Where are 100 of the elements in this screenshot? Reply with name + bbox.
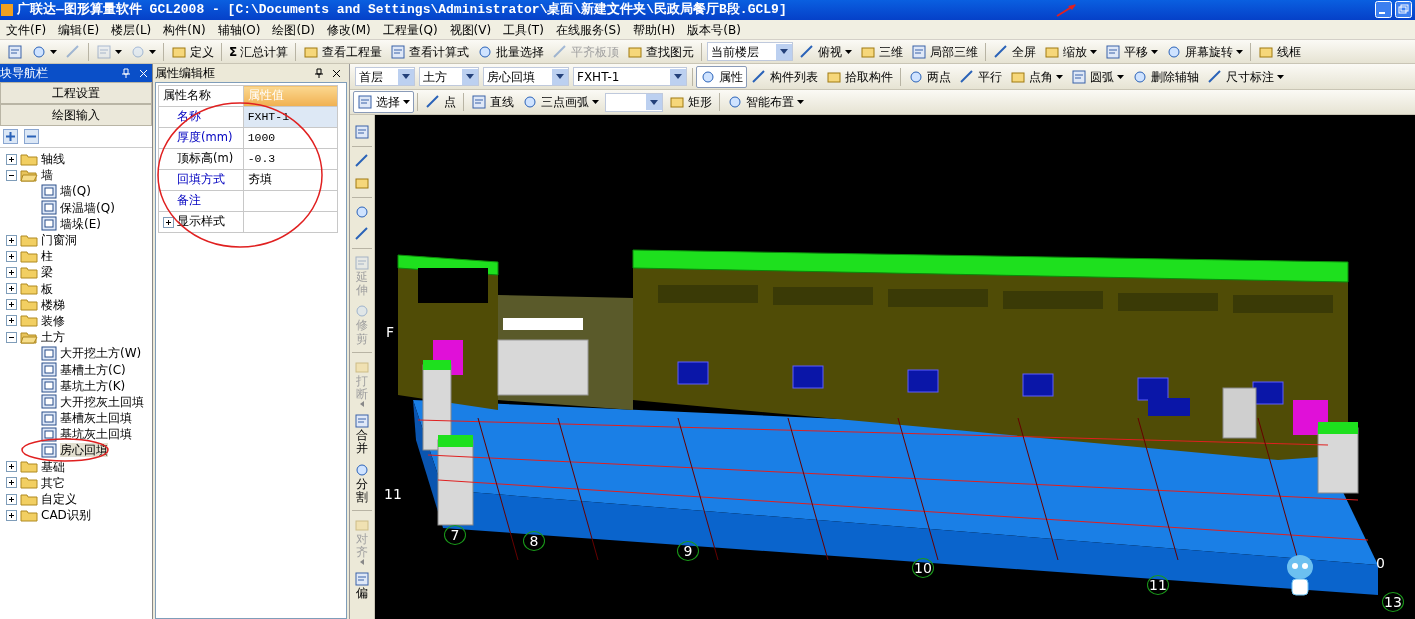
expander-icon[interactable]: [6, 234, 17, 246]
toolbar-button[interactable]: 局部三维: [907, 40, 983, 63]
close-icon[interactable]: [332, 68, 341, 78]
toolbar-button[interactable]: 删除辅轴: [1128, 65, 1203, 88]
tree-item[interactable]: 墙垛(E): [60, 215, 101, 232]
minimize-button[interactable]: [1375, 0, 1392, 20]
tree-item[interactable]: 基槽灰土回填: [60, 410, 132, 427]
toolbar-button[interactable]: 偏: [354, 568, 370, 604]
expander-icon[interactable]: [6, 299, 17, 311]
dropdown-select[interactable]: FXHT-1: [573, 67, 687, 86]
expander-icon[interactable]: [6, 250, 17, 262]
tree-item[interactable]: 基础: [41, 458, 65, 475]
tree-item[interactable]: 土方: [41, 329, 65, 346]
dropdown-arrow-icon[interactable]: [556, 74, 564, 79]
toolbar-button[interactable]: 平移: [1101, 40, 1163, 63]
toolbar-button[interactable]: 拾取构件: [822, 65, 897, 88]
tree-item[interactable]: 自定义: [41, 491, 77, 508]
tree-item[interactable]: 柱: [41, 248, 53, 265]
pin-icon[interactable]: [314, 68, 324, 78]
toolbar-button[interactable]: 平行: [955, 65, 1006, 88]
toolbar-button[interactable]: 查看工程量: [299, 40, 387, 63]
property-value[interactable]: [243, 211, 338, 233]
tree-item[interactable]: 保温墙(Q): [60, 199, 115, 216]
toolbar-button[interactable]: 三维: [856, 40, 908, 63]
tree-item[interactable]: 大开挖土方(W): [60, 345, 142, 362]
dropdown-select[interactable]: 当前楼层: [707, 42, 794, 61]
menu-item[interactable]: 编辑(E): [52, 20, 106, 39]
dropdown-select[interactable]: 房心回填: [483, 67, 569, 86]
toolbar-button[interactable]: 定义: [167, 40, 218, 63]
toolbar-button[interactable]: 查找图元: [623, 40, 699, 63]
toolbar-button[interactable]: 点: [421, 91, 460, 113]
property-value[interactable]: 1000: [243, 127, 338, 149]
tree-item[interactable]: 门窗洞: [41, 232, 77, 249]
dropdown-arrow-icon[interactable]: [674, 74, 682, 79]
expander-icon[interactable]: [6, 266, 17, 278]
toolbar-button[interactable]: 屏幕旋转: [1162, 40, 1248, 63]
toolbar-button[interactable]: 两点: [904, 65, 955, 88]
dropdown-arrow-icon[interactable]: [466, 74, 474, 79]
menu-item[interactable]: 绘图(D): [266, 20, 322, 39]
toolbar-button[interactable]: 构件列表: [747, 65, 822, 88]
menu-item[interactable]: 版本号(B): [681, 20, 747, 39]
menu-item[interactable]: 帮助(H): [626, 20, 682, 39]
toolbar-button[interactable]: 查看计算式: [386, 40, 474, 63]
menu-item[interactable]: 文件(F): [0, 20, 53, 39]
menu-item[interactable]: 在线服务(S): [549, 20, 627, 39]
tree-item[interactable]: 其它: [41, 474, 65, 491]
dropdown-arrow-icon[interactable]: [402, 74, 410, 79]
toolbar-button[interactable]: 分割: [354, 458, 370, 507]
expander-icon[interactable]: [6, 153, 17, 165]
menu-item[interactable]: 视图(V): [443, 20, 498, 39]
tree-item[interactable]: CAD识别: [41, 507, 91, 524]
tree-item[interactable]: 基槽土方(C): [60, 361, 126, 378]
toolbar-button[interactable]: 属性: [696, 65, 747, 88]
toolbar-button[interactable]: 俯视: [795, 40, 857, 63]
menu-item[interactable]: 楼层(L): [105, 20, 158, 39]
toolbar-button[interactable]: 合并: [354, 410, 370, 459]
tree-item[interactable]: 装修: [41, 312, 65, 329]
tree-item[interactable]: 轴线: [41, 151, 65, 168]
tree-item[interactable]: 楼梯: [41, 296, 65, 313]
dropdown-select[interactable]: 首层: [355, 67, 415, 86]
toolbar-button[interactable]: 全屏: [989, 40, 1041, 63]
menu-item[interactable]: 修改(M): [321, 20, 377, 39]
toolbar-button[interactable]: 智能布置: [723, 91, 808, 113]
expander-icon[interactable]: [6, 461, 17, 473]
tree-item[interactable]: 板: [41, 280, 53, 297]
tree-item[interactable]: 墙(Q): [60, 183, 91, 200]
tree-item[interactable]: 大开挖灰土回填: [60, 393, 144, 410]
section-button[interactable]: 绘图输入: [0, 104, 152, 126]
expander-icon[interactable]: [6, 283, 17, 295]
restore-button[interactable]: [1395, 0, 1412, 20]
dropdown-arrow-icon[interactable]: [650, 99, 658, 105]
toolbar-button[interactable]: 线框: [1254, 40, 1306, 63]
menu-item[interactable]: 工程量(Q): [376, 20, 444, 39]
toolbar-button[interactable]: 批量选择: [473, 40, 549, 63]
tree-item[interactable]: 基坑土方(K): [60, 377, 126, 394]
expander-icon[interactable]: [6, 493, 17, 505]
toolbar-button[interactable]: 三点画弧: [518, 91, 603, 113]
toolbar-button[interactable]: Σ 汇总计算: [225, 40, 293, 63]
expander-icon[interactable]: [163, 216, 174, 228]
section-button[interactable]: 工程设置: [0, 82, 152, 104]
toolbar-button[interactable]: 尺寸标注: [1203, 65, 1288, 88]
toolbar-button[interactable]: 圆弧: [1067, 65, 1128, 88]
toolbar-button[interactable]: 矩形: [665, 91, 716, 113]
expander-icon[interactable]: [6, 315, 17, 327]
menu-item[interactable]: 构件(N): [157, 20, 212, 39]
tree-item[interactable]: 墙: [41, 167, 53, 184]
toolbar-button[interactable]: 点角: [1006, 65, 1067, 88]
toolbar-button[interactable]: 直线: [467, 91, 518, 113]
expand-all-icon[interactable]: [3, 129, 18, 144]
property-value[interactable]: 夯填: [243, 169, 338, 191]
expander-icon[interactable]: [6, 331, 17, 343]
expander-icon[interactable]: [6, 509, 17, 521]
expander-icon[interactable]: [6, 169, 17, 181]
tree-item[interactable]: 基坑灰土回填: [60, 426, 132, 443]
expander-icon[interactable]: [6, 477, 17, 489]
property-value[interactable]: -0.3: [243, 148, 338, 170]
menu-item[interactable]: 辅轴(O): [211, 20, 267, 39]
dropdown-select[interactable]: 土方: [419, 67, 479, 86]
tree-item[interactable]: 梁: [41, 264, 53, 281]
collapse-all-icon[interactable]: [24, 129, 39, 144]
